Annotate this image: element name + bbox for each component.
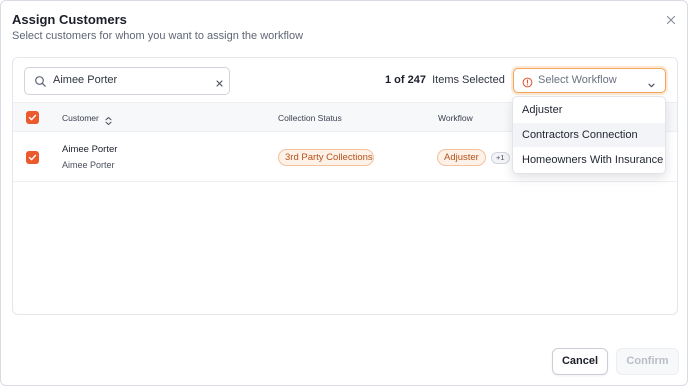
search-value: Aimee Porter: [53, 74, 118, 86]
clear-search-icon[interactable]: [214, 76, 225, 87]
selection-label: Items Selected: [432, 74, 505, 86]
selection-count: 1 of 247: [385, 74, 426, 86]
collection-status-badge: 3rd Party Collections: [278, 149, 374, 166]
workflow-dropdown-menu: Adjuster Contractors Connection Homeowne…: [512, 96, 666, 174]
search-icon: [34, 75, 47, 88]
chevron-down-icon: [647, 77, 656, 88]
dropdown-option-adjuster[interactable]: Adjuster: [513, 98, 665, 122]
workflow-badge: Adjuster: [437, 149, 486, 166]
workflow-select[interactable]: Select Workflow: [513, 68, 666, 93]
dialog-subtitle: Select customers for whom you want to as…: [12, 30, 304, 42]
selection-summary: 1 of 247 Items Selected: [385, 74, 505, 86]
cancel-button[interactable]: Cancel: [552, 348, 608, 375]
dialog-title: Assign Customers: [12, 12, 127, 27]
customer-name: Aimee Porter: [62, 144, 118, 155]
row-checkbox[interactable]: [26, 151, 39, 164]
column-header-customer[interactable]: Customer: [62, 113, 99, 123]
customer-subtitle: Aimee Porter: [62, 160, 115, 170]
column-header-workflow[interactable]: Workflow: [438, 113, 473, 123]
alert-circle-icon: [522, 75, 533, 88]
sort-icon[interactable]: [104, 113, 113, 125]
workflow-select-placeholder: Select Workflow: [538, 74, 617, 86]
column-header-collection-status[interactable]: Collection Status: [278, 113, 342, 123]
search-input[interactable]: Aimee Porter: [24, 67, 230, 95]
dropdown-option-homeowners-with-insurance[interactable]: Homeowners With Insurance: [513, 148, 665, 172]
assign-customers-dialog: Assign Customers Select customers for wh…: [0, 0, 688, 386]
confirm-button[interactable]: Confirm: [616, 348, 679, 375]
close-icon[interactable]: [663, 12, 679, 28]
select-all-checkbox[interactable]: [26, 111, 39, 124]
workflow-more-badge[interactable]: +1: [491, 152, 510, 164]
dropdown-option-contractors-connection[interactable]: Contractors Connection: [513, 123, 665, 147]
